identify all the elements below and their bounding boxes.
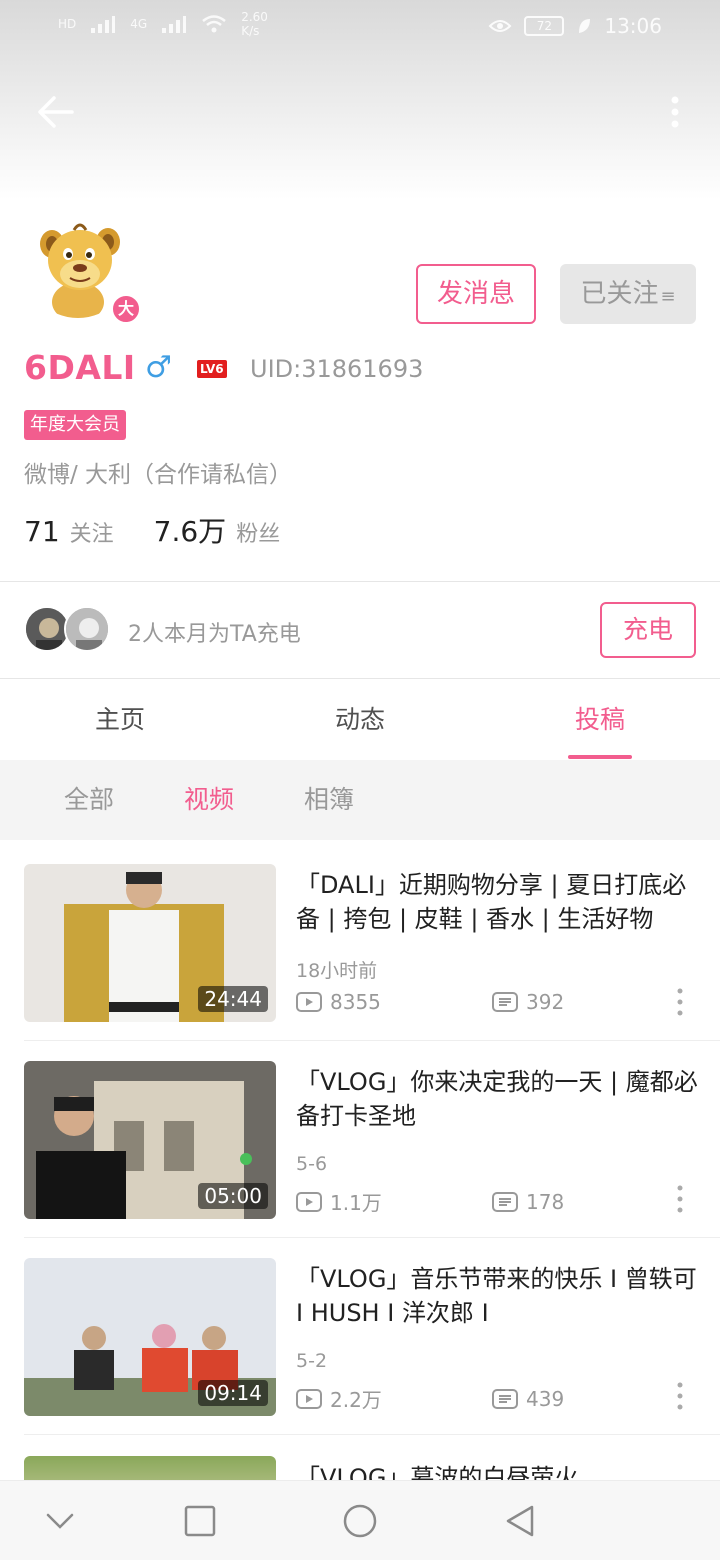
video-thumbnail[interactable]: 09:14	[24, 1258, 276, 1416]
hd-label: HD	[58, 17, 77, 31]
video-thumbnail[interactable]: 24:44	[24, 864, 276, 1022]
recent-apps-square-icon[interactable]	[178, 1499, 222, 1543]
subtab-all[interactable]: 全部	[64, 760, 114, 840]
eye-icon	[488, 20, 512, 32]
video-thumbnail[interactable]: 05:00	[24, 1061, 276, 1219]
tab-indicator	[568, 755, 632, 759]
video-title[interactable]: 「VLOG」音乐节带来的快乐 I 曾轶可 I HUSH I 洋次郎 I	[296, 1262, 700, 1330]
video-meta: 2.2万 439	[296, 1384, 564, 1413]
charge-button[interactable]: 充电	[600, 602, 696, 658]
following-label[interactable]: 关注	[70, 516, 114, 548]
male-gender-icon: ♂	[145, 350, 172, 385]
more-vertical-icon[interactable]	[660, 92, 690, 132]
followed-button[interactable]: 已关注 ≡	[560, 264, 696, 324]
avatar-verify-badge: 大	[110, 293, 142, 325]
video-title[interactable]: 「VLOG」你来决定我的一天 | 魔都必备打卡圣地	[296, 1065, 700, 1133]
view-count: 8355	[330, 990, 381, 1014]
follow-stats: 71 关注 7.6万 粉丝	[24, 510, 320, 550]
send-message-button[interactable]: 发消息	[416, 264, 536, 324]
more-vertical-icon[interactable]	[672, 986, 688, 1018]
main-tabs: 主页 动态 投稿	[0, 680, 720, 760]
video-title-partial[interactable]: 「VLOG」慕波的白昼萤火	[296, 1458, 578, 1482]
user-name: 6DALI	[24, 348, 136, 387]
view-count: 2.2万	[330, 1388, 382, 1412]
home-circle-icon[interactable]	[338, 1499, 382, 1543]
charge-text: 2人本月为TA充电	[128, 622, 301, 647]
play-icon	[296, 1388, 322, 1409]
video-time: 5-6	[296, 1153, 328, 1175]
row-divider	[24, 1434, 720, 1435]
danmaku-icon	[492, 1191, 518, 1212]
video-duration: 05:00	[198, 1183, 268, 1209]
video-thumbnail-partial[interactable]	[24, 1456, 276, 1482]
network-speed: 2.60 K/s	[241, 10, 268, 38]
video-time: 5-2	[296, 1350, 328, 1372]
play-icon	[296, 992, 322, 1012]
charger-avatar[interactable]	[64, 606, 110, 652]
tab-submissions[interactable]: 投稿	[480, 680, 720, 760]
signal-icon	[91, 16, 116, 33]
video-meta: 1.1万 178	[296, 1187, 564, 1216]
followers-label[interactable]: 粉丝	[236, 516, 280, 548]
comment-count: 392	[526, 990, 565, 1014]
following-count[interactable]: 71	[24, 515, 60, 548]
video-title[interactable]: 「DALI」近期购物分享 | 夏日打底必备 | 挎包 | 皮鞋 | 香水 | 生…	[296, 868, 700, 936]
charger-avatar-image	[66, 608, 108, 650]
play-icon	[296, 1191, 322, 1212]
comment-count: 178	[526, 1189, 565, 1214]
video-duration: 24:44	[198, 986, 268, 1012]
view-count: 1.1万	[330, 1191, 382, 1215]
subtab-videos[interactable]: 视频	[184, 760, 234, 840]
back-triangle-icon[interactable]	[498, 1499, 542, 1543]
battery-icon: 72	[524, 16, 565, 36]
network-label: 4G	[130, 17, 148, 31]
vip-badge: 年度大会员	[24, 410, 126, 440]
followed-label: 已关注	[580, 279, 659, 309]
divider	[0, 678, 720, 679]
level-badge: LV6	[197, 360, 227, 378]
user-uid: UID:31861693	[250, 355, 424, 383]
charge-row: 2人本月为TA充电 充电	[0, 582, 720, 678]
video-time: 18小时前	[296, 960, 378, 982]
menu-lines-icon: ≡	[660, 286, 676, 307]
video-item[interactable]: 09:14 「VLOG」音乐节带来的快乐 I 曾轶可 I HUSH I 洋次郎 …	[0, 1234, 720, 1431]
tab-dynamics[interactable]: 动态	[240, 680, 480, 760]
more-vertical-icon[interactable]	[672, 1380, 688, 1412]
sub-tabs: 全部 视频 相簿	[0, 760, 720, 840]
clock: 13:06	[604, 14, 662, 38]
system-nav-bar	[0, 1480, 720, 1560]
danmaku-icon	[492, 1388, 518, 1409]
chevron-down-icon[interactable]	[38, 1499, 82, 1543]
tab-home[interactable]: 主页	[0, 680, 240, 760]
comment-count: 439	[526, 1386, 565, 1411]
status-bar: HD 4G 2.60 K/s 72 13:06	[0, 0, 720, 56]
wifi-icon	[202, 15, 226, 33]
signal-icon-2	[162, 16, 187, 33]
video-item[interactable]: 05:00 「VLOG」你来决定我的一天 | 魔都必备打卡圣地 5-6 1.1万…	[0, 1037, 720, 1234]
status-left: HD 4G 2.60 K/s	[58, 10, 268, 38]
video-duration: 09:14	[198, 1380, 268, 1406]
subtab-albums[interactable]: 相簿	[304, 760, 354, 840]
video-meta: 8355 392	[296, 990, 564, 1014]
danmaku-icon	[492, 992, 518, 1012]
leaf-icon	[579, 19, 591, 33]
back-arrow-icon[interactable]	[36, 92, 76, 132]
video-item[interactable]: 24:44 「DALI」近期购物分享 | 夏日打底必备 | 挎包 | 皮鞋 | …	[0, 840, 720, 1037]
more-vertical-icon[interactable]	[672, 1183, 688, 1215]
status-right: 72 13:06	[488, 14, 662, 38]
followers-count[interactable]: 7.6万	[154, 510, 227, 550]
user-signature: 微博/ 大利（合作请私信）	[24, 462, 293, 488]
